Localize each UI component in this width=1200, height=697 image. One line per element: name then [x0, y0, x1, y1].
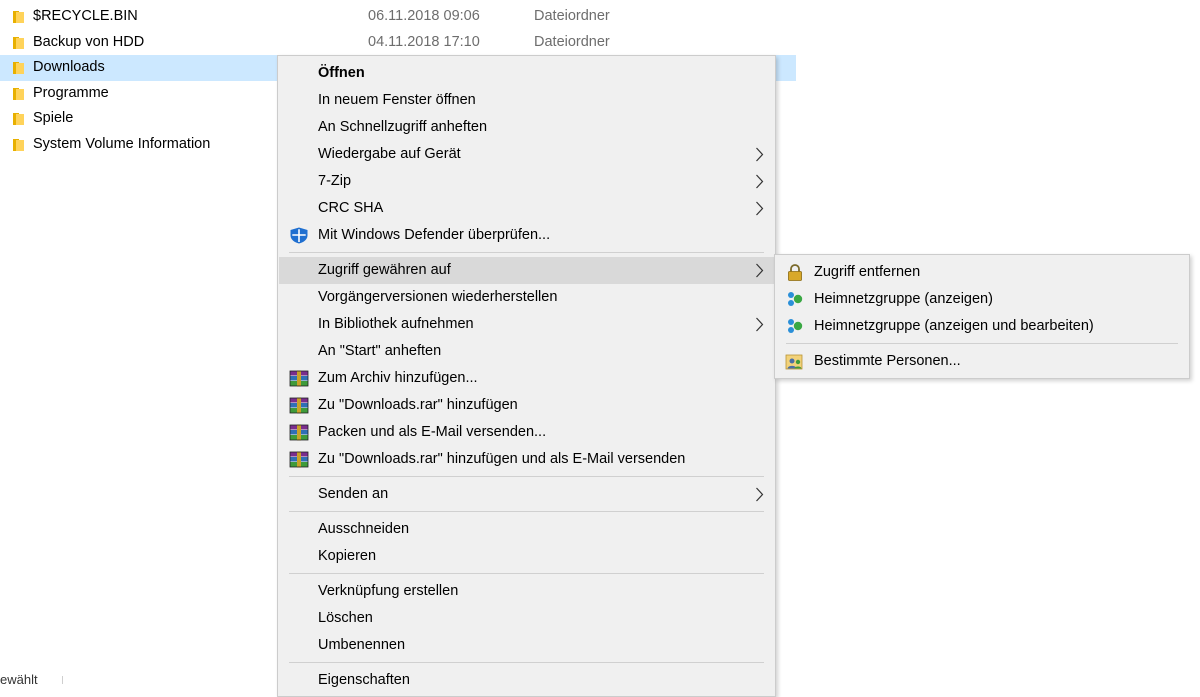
- menu-item-defender-scan[interactable]: Mit Windows Defender überprüfen...: [279, 222, 774, 249]
- chevron-right-icon: [756, 174, 764, 189]
- homegroup-icon: [788, 292, 803, 306]
- chevron-right-icon: [756, 147, 764, 162]
- windows-defender-shield-icon: [290, 227, 308, 244]
- menu-item-delete[interactable]: Löschen: [279, 605, 774, 632]
- file-name: $RECYCLE.BIN: [33, 8, 138, 24]
- menu-item-give-access[interactable]: Zugriff gewähren auf: [279, 257, 774, 284]
- folder-icon: [13, 11, 24, 23]
- homegroup-icon: [788, 319, 803, 333]
- menu-separator: [289, 662, 764, 663]
- chevron-right-icon: [756, 487, 764, 502]
- folder-icon: [13, 87, 24, 100]
- folder-icon: [13, 138, 24, 151]
- submenu-item-label: Bestimmte Personen...: [814, 353, 961, 369]
- menu-item-label: In Bibliothek aufnehmen: [318, 316, 474, 332]
- menu-item-crc-sha[interactable]: CRC SHA: [279, 195, 774, 222]
- menu-separator: [289, 573, 764, 574]
- file-type: Dateiordner: [534, 8, 610, 24]
- menu-item-create-shortcut[interactable]: Verknüpfung erstellen: [279, 578, 774, 605]
- menu-item-label: Mit Windows Defender überprüfen...: [318, 227, 551, 243]
- folder-icon: [13, 36, 24, 49]
- menu-item-label: Zu "Downloads.rar" hinzufügen und als E-…: [318, 451, 686, 467]
- menu-item-pin-quick-access[interactable]: An Schnellzugriff anheften: [279, 114, 774, 141]
- menu-item-rename[interactable]: Umbenennen: [279, 632, 774, 659]
- menu-item-label: Packen und als E-Mail versenden...: [318, 424, 547, 440]
- status-bar-divider: [62, 676, 63, 684]
- file-date: 04.11.2018 17:10: [368, 33, 480, 50]
- menu-item-label: Zum Archiv hinzufügen...: [318, 370, 478, 386]
- menu-separator: [289, 511, 764, 512]
- menu-item-label: Zugriff gewähren auf: [318, 262, 451, 278]
- submenu-item-specific-people[interactable]: Bestimmte Personen...: [776, 348, 1188, 375]
- menu-item-restore-versions[interactable]: Vorgängerversionen wiederherstellen: [279, 284, 774, 311]
- folder-icon: [13, 113, 24, 126]
- menu-item-label: Wiedergabe auf Gerät: [318, 146, 461, 162]
- menu-item-label: Senden an: [318, 486, 389, 502]
- menu-item-label: An "Start" anheften: [318, 343, 442, 359]
- menu-separator: [289, 252, 764, 253]
- submenu-item-label: Heimnetzgruppe (anzeigen): [814, 291, 993, 307]
- menu-item-label: Löschen: [318, 610, 373, 626]
- winrar-archive-icon: [289, 451, 309, 468]
- menu-item-label: Verknüpfung erstellen: [318, 583, 459, 599]
- menu-item-label: Eigenschaften: [318, 672, 410, 688]
- menu-item-include-library[interactable]: In Bibliothek aufnehmen: [279, 311, 774, 338]
- submenu-item-label: Heimnetzgruppe (anzeigen und bearbeiten): [814, 318, 1094, 334]
- winrar-archive-icon: [289, 370, 309, 387]
- status-bar-text: ewählt: [0, 672, 38, 687]
- menu-item-properties[interactable]: Eigenschaften: [279, 667, 774, 694]
- folder-icon: [13, 62, 24, 75]
- submenu-item-homegroup-view[interactable]: Heimnetzgruppe (anzeigen): [776, 286, 1188, 313]
- winrar-archive-icon: [289, 397, 309, 414]
- people-icon: [785, 354, 803, 370]
- menu-item-label: CRC SHA: [318, 200, 384, 216]
- menu-separator: [786, 343, 1178, 344]
- file-name: Backup von HDD: [33, 33, 145, 50]
- menu-item-pin-start[interactable]: An "Start" anheften: [279, 338, 774, 365]
- file-row[interactable]: Backup von HDD 04.11.2018 17:10 Dateiord…: [0, 30, 800, 56]
- chevron-right-icon: [756, 201, 764, 216]
- menu-item-label: Umbenennen: [318, 637, 406, 653]
- file-type: Dateiordner: [534, 33, 610, 50]
- give-access-submenu: Zugriff entfernen Heimnetzgruppe (anzeig…: [774, 254, 1190, 379]
- menu-item-send-to[interactable]: Senden an: [279, 481, 774, 508]
- menu-item-add-archive[interactable]: Zum Archiv hinzufügen...: [279, 365, 774, 392]
- menu-item-compress-email[interactable]: Packen und als E-Mail versenden...: [279, 419, 774, 446]
- file-name: Spiele: [33, 110, 74, 127]
- menu-item-label: 7-Zip: [318, 173, 352, 189]
- chevron-right-icon: [756, 317, 764, 332]
- menu-item-label: An Schnellzugriff anheften: [318, 119, 488, 135]
- context-menu: Öffnen In neuem Fenster öffnen An Schnel…: [277, 55, 776, 697]
- file-row[interactable]: $RECYCLE.BIN 06.11.2018 09:06 Dateiordne…: [0, 4, 800, 30]
- menu-item-label: In neuem Fenster öffnen: [318, 92, 476, 108]
- menu-item-cut[interactable]: Ausschneiden: [279, 516, 774, 543]
- menu-item-label: Vorgängerversionen wiederherstellen: [318, 289, 558, 305]
- file-date: 06.11.2018 09:06: [368, 8, 480, 24]
- file-name: Downloads: [33, 59, 105, 76]
- submenu-item-label: Zugriff entfernen: [814, 264, 921, 280]
- submenu-item-remove-access[interactable]: Zugriff entfernen: [776, 259, 1188, 286]
- submenu-item-homegroup-edit[interactable]: Heimnetzgruppe (anzeigen und bearbeiten): [776, 313, 1188, 340]
- menu-item-label: Öffnen: [318, 65, 365, 81]
- menu-item-add-rar[interactable]: Zu "Downloads.rar" hinzufügen: [279, 392, 774, 419]
- menu-item-copy[interactable]: Kopieren: [279, 543, 774, 570]
- menu-item-cast-to-device[interactable]: Wiedergabe auf Gerät: [279, 141, 774, 168]
- menu-item-open[interactable]: Öffnen: [279, 60, 774, 87]
- lock-icon: [788, 264, 802, 281]
- file-name: Programme: [33, 84, 109, 101]
- chevron-right-icon: [756, 263, 764, 278]
- menu-item-add-rar-email[interactable]: Zu "Downloads.rar" hinzufügen und als E-…: [279, 446, 774, 473]
- menu-item-7zip[interactable]: 7-Zip: [279, 168, 774, 195]
- file-name: System Volume Information: [33, 135, 211, 152]
- menu-item-open-new-window[interactable]: In neuem Fenster öffnen: [279, 87, 774, 114]
- menu-item-label: Ausschneiden: [318, 521, 410, 537]
- menu-item-label: Kopieren: [318, 548, 377, 564]
- winrar-archive-icon: [289, 424, 309, 441]
- menu-separator: [289, 476, 764, 477]
- menu-item-label: Zu "Downloads.rar" hinzufügen: [318, 397, 518, 413]
